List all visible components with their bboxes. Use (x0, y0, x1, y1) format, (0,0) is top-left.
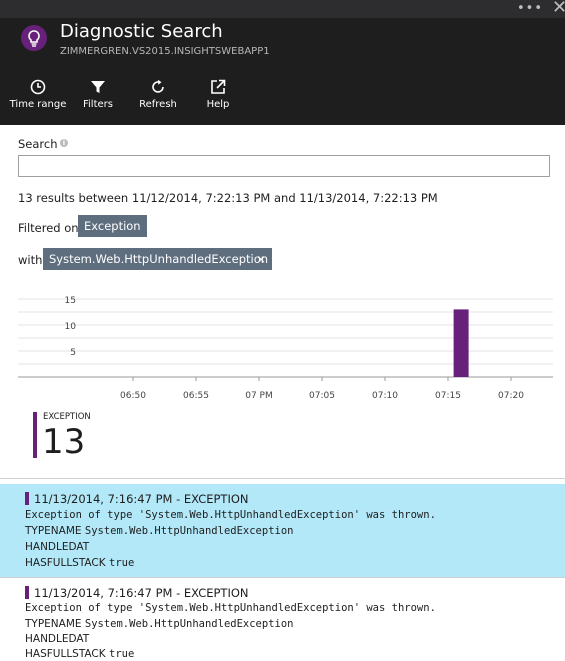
blade-header: ••• ✕ Diagnostic Search ZIMMERGREN.VS201… (0, 0, 565, 125)
time-range-label: Time range (9, 99, 67, 110)
result-hasfullstack-key: HASFULLSTACK (25, 648, 106, 660)
chart-bar (453, 309, 469, 377)
refresh-icon (152, 79, 164, 93)
y-tick-label: 5 (70, 348, 76, 358)
x-tick-label: 07 PM (245, 391, 273, 401)
results-count: 13 (18, 191, 33, 205)
result-typename-value: System.Web.HttpUnhandledException (84, 618, 294, 630)
result-hasfullstack-key: HASFULLSTACK (25, 557, 106, 569)
result-typename: TYPENAME System.Web.HttpUnhandledExcepti… (25, 618, 294, 630)
funnel-icon (91, 81, 105, 93)
result-marker (25, 492, 29, 505)
stat-label: EXCEPTION (43, 412, 91, 422)
filtered-on-label: Filtered on (18, 221, 79, 235)
window-strip (0, 0, 565, 18)
result-item[interactable]: 11/13/2014, 7:16:47 PM - EXCEPTION Excep… (0, 484, 565, 577)
result-marker (25, 586, 29, 599)
help-label: Help (206, 99, 230, 110)
y-tick-label: 10 (65, 322, 77, 332)
result-header: 11/13/2014, 7:16:47 PM - EXCEPTION (25, 492, 249, 506)
remove-filter-icon[interactable]: × (256, 248, 266, 270)
x-tick-label: 06:55 (183, 391, 209, 401)
results-end-time: 11/13/2014, 7:22:13 PM (299, 191, 438, 205)
external-link-icon (211, 79, 226, 94)
filter-pill-exception[interactable]: Exception (78, 215, 147, 237)
help-button[interactable]: Help (188, 79, 248, 110)
result-typename-key: TYPENAME (25, 618, 82, 630)
results-and-text: and (273, 191, 296, 205)
refresh-label: Refresh (139, 99, 177, 110)
stat-color-bar (33, 412, 37, 458)
divider (0, 478, 565, 479)
result-hasfullstack-value: true (109, 648, 135, 660)
results-between-text: results between (36, 191, 129, 205)
x-tick-label: 07:20 (498, 391, 524, 401)
search-input[interactable] (18, 155, 550, 177)
filter-pill-typename-label: System.Web.HttpUnhandledException (49, 252, 269, 266)
search-label: Search (18, 137, 58, 151)
x-tick-label: 07:10 (372, 391, 398, 401)
result-handledat: HANDLEDAT (25, 541, 90, 553)
time-range-button[interactable]: Time range (8, 79, 68, 110)
result-message: Exception of type 'System.Web.HttpUnhand… (25, 602, 436, 614)
result-typename: TYPENAME System.Web.HttpUnhandledExcepti… (25, 525, 294, 537)
stat-value: 13 (42, 422, 86, 462)
exceptions-chart: 5 10 15 06:50 06:55 07 PM 07:05 07:10 07:15 07:20 (18, 296, 553, 401)
filters-label: Filters (83, 99, 113, 110)
result-hasfullstack: HASFULLSTACK true (25, 557, 134, 569)
refresh-button[interactable]: Refresh (128, 79, 188, 110)
result-typename-value: System.Web.HttpUnhandledException (84, 525, 294, 537)
result-header-text: 11/13/2014, 7:16:47 PM - EXCEPTION (34, 586, 249, 600)
page-subtitle: ZIMMERGREN.VS2015.INSIGHTSWEBAPP1 (60, 46, 270, 57)
result-header: 11/13/2014, 7:16:47 PM - EXCEPTION (25, 586, 249, 600)
result-header-text: 11/13/2014, 7:16:47 PM - EXCEPTION (34, 492, 249, 506)
filters-button[interactable]: Filters (68, 79, 128, 110)
page-title: Diagnostic Search (60, 21, 223, 42)
clock-icon (30, 79, 46, 95)
info-icon[interactable]: i (60, 139, 68, 147)
more-options-icon[interactable]: ••• (517, 1, 543, 16)
result-hasfullstack: HASFULLSTACK true (25, 648, 134, 660)
result-typename-key: TYPENAME (25, 525, 82, 537)
x-tick-label: 07:05 (309, 391, 335, 401)
x-tick-label: 06:50 (120, 391, 146, 401)
close-icon[interactable]: ✕ (552, 0, 565, 18)
filter-pill-typename[interactable]: System.Web.HttpUnhandledException × (43, 248, 272, 270)
results-start-time: 11/12/2014, 7:22:13 PM (131, 191, 271, 205)
result-hasfullstack-value: true (109, 557, 135, 569)
result-message: Exception of type 'System.Web.HttpUnhand… (25, 509, 436, 521)
result-item[interactable]: 11/13/2014, 7:16:47 PM - EXCEPTION Excep… (0, 578, 565, 661)
lightbulb-icon (21, 25, 47, 51)
results-summary: 13 results between 11/12/2014, 7:22:13 P… (18, 191, 438, 205)
x-tick-label: 07:15 (435, 391, 461, 401)
y-tick-label: 15 (65, 296, 76, 306)
result-handledat: HANDLEDAT (25, 633, 90, 645)
with-label: with (18, 253, 43, 267)
